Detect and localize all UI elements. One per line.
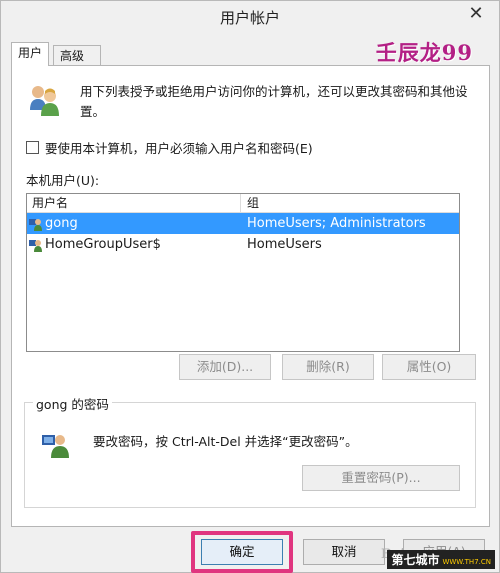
user-icon bbox=[29, 218, 42, 231]
users-tab-panel: 用下列表授予或拒绝用户访问你的计算机，还可以更改其密码和其他设置。 要使用本计算… bbox=[11, 65, 490, 527]
require-login-label: 要使用本计算机，用户必须输入用户名和密码(E) bbox=[45, 141, 313, 156]
remove-user-button[interactable]: 删除(R) bbox=[282, 354, 374, 380]
column-header-group[interactable]: 组 bbox=[241, 194, 259, 212]
tab-advanced[interactable]: 高级 bbox=[53, 45, 101, 67]
title-bar: 用户帐户 ✕ bbox=[1, 1, 499, 35]
user-name: gong bbox=[45, 216, 78, 231]
cancel-button[interactable]: 取消 bbox=[303, 539, 385, 565]
properties-button[interactable]: 属性(O) bbox=[382, 354, 476, 380]
site-name: 第七城市 bbox=[391, 553, 440, 567]
site-watermark: 第七城市 WWW.TH7.CN bbox=[387, 550, 495, 569]
require-login-option[interactable]: 要使用本计算机，用户必须输入用户名和密码(E) bbox=[26, 138, 313, 157]
user-accounts-dialog: 用户帐户 ✕ 壬辰龙99 用户 高级 用下列表授予或拒绝用户访问你的计算机，还可… bbox=[0, 0, 500, 573]
author-watermark: 壬辰龙99 bbox=[375, 40, 473, 65]
local-users-list[interactable]: 用户名 组 gong HomeUsers; Administrators Hom… bbox=[26, 193, 460, 352]
ok-highlight-box bbox=[191, 531, 293, 573]
user-name: HomeGroupUser$ bbox=[45, 237, 161, 252]
local-users-label: 本机用户(U): bbox=[26, 173, 100, 188]
password-group: gong 的密码 要改密码，按 Ctrl-Alt-Del 并选择“更改密码”。 bbox=[24, 394, 476, 508]
tab-users[interactable]: 用户 bbox=[11, 42, 49, 66]
table-row[interactable]: gong HomeUsers; Administrators bbox=[27, 213, 459, 234]
add-user-button[interactable]: 添加(D)... bbox=[179, 354, 271, 380]
user-group: HomeUsers; Administrators bbox=[247, 216, 426, 231]
close-icon[interactable]: ✕ bbox=[461, 1, 491, 27]
require-login-checkbox[interactable] bbox=[26, 141, 39, 154]
password-group-title: gong 的密码 bbox=[33, 394, 112, 413]
reset-password-button[interactable]: 重置密码(P)... bbox=[302, 465, 460, 491]
list-header: 用户名 组 bbox=[27, 194, 459, 213]
password-instructions: 要改密码，按 Ctrl-Alt-Del 并选择“更改密码”。 bbox=[93, 434, 358, 449]
intro-text: 用下列表授予或拒绝用户访问你的计算机，还可以更改其密码和其他设置。 bbox=[80, 84, 468, 119]
users-icon bbox=[30, 86, 59, 116]
user-group: HomeUsers bbox=[247, 237, 322, 252]
site-url: WWW.TH7.CN bbox=[442, 558, 491, 566]
table-row[interactable]: HomeGroupUser$ HomeUsers bbox=[27, 234, 459, 255]
window-title: 用户帐户 bbox=[219, 9, 280, 27]
user-password-icon bbox=[42, 435, 69, 458]
column-header-username[interactable]: 用户名 bbox=[27, 194, 241, 212]
user-icon bbox=[29, 239, 42, 252]
